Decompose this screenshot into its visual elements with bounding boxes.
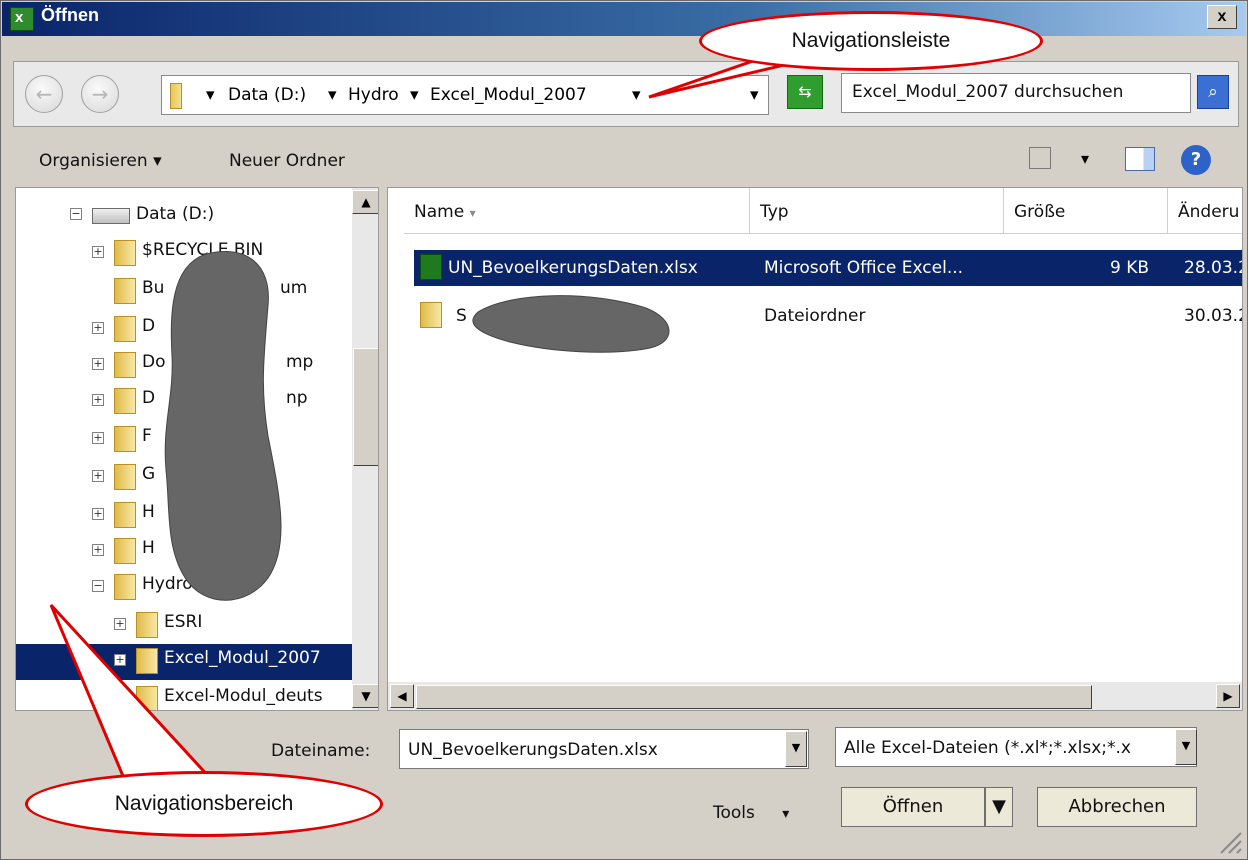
callout-navigation-area: Navigationsbereich <box>25 771 383 837</box>
file-open-dialog: x Öffnen x ← → ▾ Data (D:) ▾ Hydro ▾ Exc… <box>0 0 1248 860</box>
callout-navigation-bar: Navigationsleiste <box>699 11 1043 71</box>
callout-pointers <box>49 59 802 797</box>
